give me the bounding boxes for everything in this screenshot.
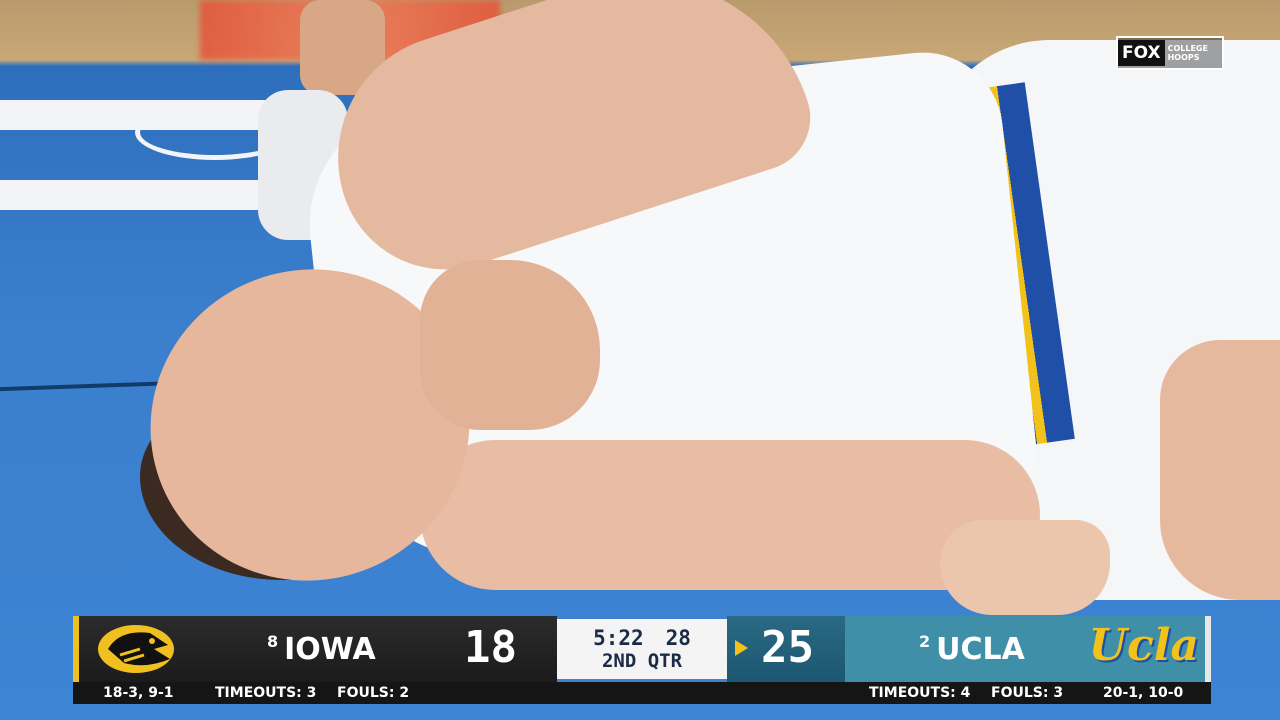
network-logo: FOX COLLEGE HOOPS: [1116, 36, 1224, 70]
away-team-rank: 8: [267, 631, 279, 651]
ucla-logo-icon: Ucla: [1088, 620, 1199, 671]
home-team-record: 20-1, 10-0: [1103, 685, 1184, 701]
scorebug-stats-row: 18-3, 9-1 TIMEOUTS: 3 FOULS: 2 TIMEOUTS:…: [73, 682, 1211, 704]
iowa-hawkeye-logo-icon: [79, 616, 197, 682]
away-team-label: IOWA: [284, 631, 376, 667]
away-team-record: 18-3, 9-1: [103, 685, 174, 701]
player-hand: [940, 520, 1110, 615]
court-line: [0, 380, 181, 392]
scorebug-main-row: 8 IOWA 18 5:22 28 2ND QTR 25 2 UCLA Ucla: [73, 616, 1211, 682]
home-team-panel: 25 2 UCLA Ucla: [727, 616, 1211, 682]
home-team-score: 25: [761, 622, 814, 673]
away-team-score: 18: [464, 622, 517, 673]
shot-clock: 28: [665, 626, 691, 650]
court-floor-logo: [0, 100, 300, 210]
home-team-name-panel: 2 UCLA Ucla: [845, 616, 1205, 682]
home-team-name: 2 UCLA: [919, 632, 1025, 667]
away-timeouts: TIMEOUTS: 3: [215, 685, 317, 701]
player-hand-on-neck: [420, 260, 600, 430]
possession-arrow-icon: [735, 640, 748, 656]
home-team-rank: 2: [919, 631, 931, 651]
network-brand: FOX: [1118, 40, 1165, 66]
game-clock: 5:22: [593, 626, 644, 650]
home-team-label: UCLA: [936, 631, 1025, 667]
home-fouls: FOULS: 3: [991, 685, 1064, 701]
game-period: 2ND QTR: [601, 650, 683, 672]
network-subbrand: COLLEGE HOOPS: [1167, 44, 1208, 62]
away-team-name: 8 IOWA: [267, 632, 376, 667]
home-timeouts: TIMEOUTS: 4: [869, 685, 971, 701]
away-fouls: FOULS: 2: [337, 685, 410, 701]
broadcast-video-frame: FOX COLLEGE HOOPS: [0, 0, 1280, 720]
away-team-panel: 8 IOWA 18: [73, 616, 557, 682]
player-leg: [1160, 340, 1280, 600]
game-clock-panel: 5:22 28 2ND QTR: [557, 619, 727, 679]
scorebug: 8 IOWA 18 5:22 28 2ND QTR 25 2 UCLA Ucla 1…: [73, 616, 1211, 704]
